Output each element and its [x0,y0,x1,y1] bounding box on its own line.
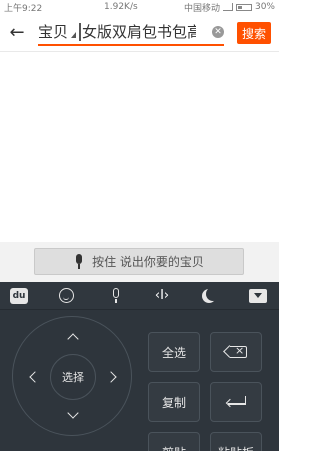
voice-hint: 按住 说出你要的宝贝 [92,255,204,269]
status-network: 1.92K/s [104,2,138,12]
search-suggestions-area [0,52,279,242]
query-token: 宝贝 [38,23,69,41]
select-all-key[interactable]: 全选 [148,332,200,372]
arrow-down-icon[interactable] [67,407,79,419]
clear-circle-icon[interactable]: ✕ [212,25,224,38]
ime-keyboard: du ‹I› 选择 全选 × 复制 剪贴 粘贴板 [0,282,279,451]
arrow-right-icon[interactable] [105,371,117,383]
select-button[interactable]: 选择 [50,354,96,400]
arrow-up-icon[interactable] [67,333,79,345]
search-bar: ← 宝贝 女版双肩包书包高 ✕ 搜索 [0,14,279,52]
network-speed: 1.92K/s [104,2,138,12]
search-button[interactable]: 搜索 [237,22,271,44]
enter-icon [225,396,246,408]
hide-keyboard-icon[interactable] [249,289,267,303]
cursor-move-icon[interactable]: ‹I› [153,288,171,304]
battery-level: 30% [254,2,275,12]
arrow-left-icon[interactable] [29,371,41,383]
backspace-icon: × [223,344,247,358]
carrier-name: 中国移动 [183,3,220,14]
enter-key[interactable] [210,382,262,422]
battery-icon [235,3,252,11]
keyboard-toolbar: du ‹I› [0,282,279,310]
status-bar: 上午9:22 1.92K/s 中国移动 30% [0,0,279,14]
signal-icon [222,3,233,11]
cut-key[interactable]: 剪贴 [148,432,200,451]
search-query[interactable]: 宝贝 女版双肩包书包高 [38,21,196,42]
query-text: 女版双肩包书包高 [82,23,197,41]
status-time: 上午9:22 [4,3,43,14]
microphone-icon [74,254,84,269]
microphone-icon[interactable] [111,288,121,304]
text-cursor [79,22,82,41]
night-mode-icon[interactable] [206,287,220,301]
copy-key[interactable]: 复制 [148,382,200,422]
cursor-dpad: 选择 [12,316,132,436]
delete-key[interactable]: × [210,332,262,372]
selection-handle-icon[interactable] [71,31,77,38]
du-logo-icon[interactable]: du [10,288,28,304]
status-right: 中国移动 30% [184,1,275,14]
back-arrow-icon[interactable]: ← [0,14,34,52]
search-input[interactable]: 宝贝 女版双肩包书包高 ✕ [38,20,224,46]
emoji-icon[interactable] [59,288,74,303]
paste-key[interactable]: 粘贴板 [210,432,262,451]
voice-search-bar: 按住 说出你要的宝贝 [0,242,279,282]
voice-search-button[interactable]: 按住 说出你要的宝贝 [34,248,244,275]
